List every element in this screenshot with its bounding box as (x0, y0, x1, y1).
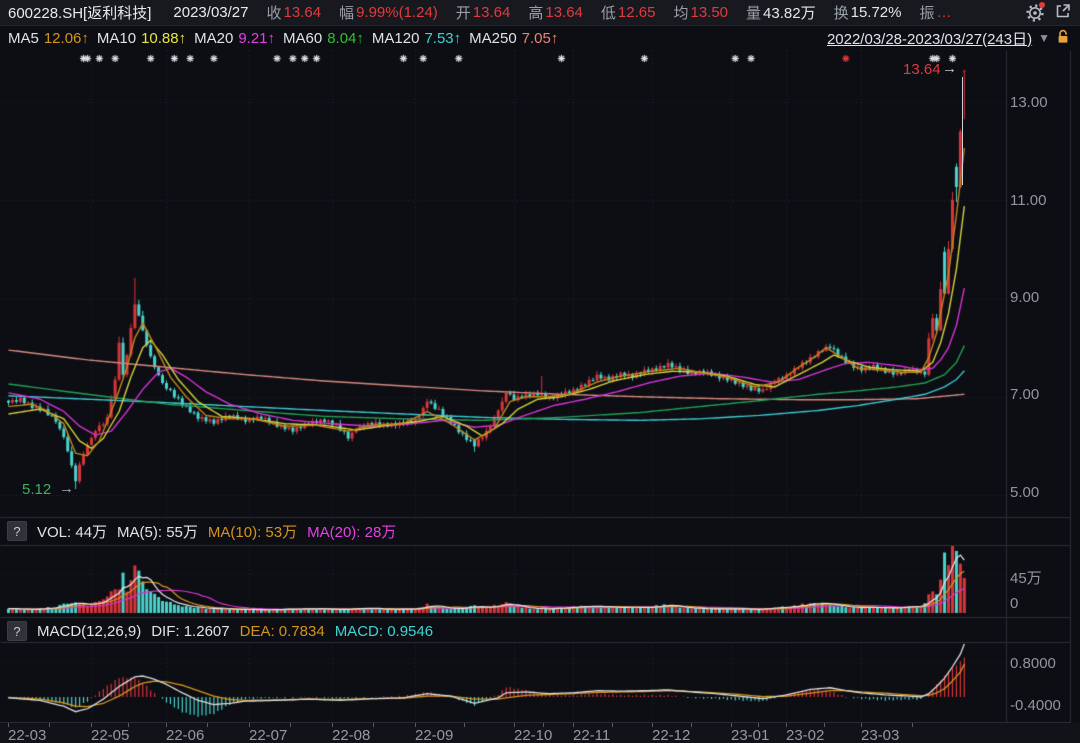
x-axis-tick (573, 723, 574, 727)
last-price-pointer-line (962, 77, 963, 185)
time-axis: 22-03 22-05 22-06 22-07 22-08 22-09 22-10 22-11… (0, 723, 1080, 743)
x-axis-label: 22-11 (573, 727, 611, 743)
volume-legend-row: ? VOL: 44万 MA(5): 55万 MA(10): 53万 MA(20)… (0, 518, 1004, 544)
stock-chart-app: 600228.SH[返利科技] 2023/03/27 收 13.64 幅 9.99%… (0, 0, 1080, 743)
ma120-legend: MA120 7.53↑ (371, 29, 462, 47)
ma5-legend: MA5 12.06↑ (8, 29, 89, 47)
arrow-right-icon: → (59, 480, 74, 497)
header-icons (1026, 1, 1072, 24)
price-tick-5: 5.00 (1010, 484, 1040, 501)
ma250-legend: MA250 7.05↑ (469, 29, 559, 47)
dea-value: DEA: 0.7834 (239, 622, 325, 640)
field-volume: 量 43.82万 (746, 5, 816, 22)
volume-tick-45: 45万 (1010, 570, 1042, 587)
x-axis-label: 22-10 (514, 727, 553, 743)
notification-dot (1039, 1, 1045, 8)
share-icon[interactable] (1054, 2, 1072, 24)
x-axis-tick (128, 723, 129, 727)
x-axis-label: 23-01 (731, 727, 770, 743)
macd-value: MACD: 0.9546 (334, 622, 434, 640)
x-axis-tick (652, 723, 653, 727)
x-axis-tick (861, 723, 862, 727)
x-axis-label: 22-03 (8, 727, 47, 743)
macd-tick-neg: -0.4000 (1010, 697, 1061, 714)
low-annotation: 5.12 (22, 481, 52, 498)
field-high: 高 13.64 (528, 4, 583, 22)
x-axis-tick (464, 723, 465, 727)
x-axis-tick (691, 723, 692, 727)
field-open: 开 13.64 (455, 4, 511, 22)
header-bar: 600228.SH[返利科技] 2023/03/27 收 13.64 幅 9.99%… (0, 0, 1080, 26)
x-axis-tick (166, 723, 167, 727)
help-icon[interactable]: ? (7, 521, 27, 541)
field-close: 收 13.64 (266, 4, 322, 22)
x-axis-tick (8, 723, 9, 727)
field-low: 低 12.65 (600, 4, 656, 22)
field-change: 幅 9.99%(1.24) (339, 4, 438, 22)
gear-icon[interactable] (1026, 1, 1045, 22)
x-axis-tick (731, 723, 732, 727)
price-tick-11: 11.00 (1010, 192, 1047, 209)
x-axis-tick (514, 723, 515, 727)
x-axis-label: 22-08 (332, 727, 371, 743)
field-avg: 均 13.50 (673, 4, 729, 22)
vol-label: VOL: 44万 (37, 523, 108, 541)
price-tick-13: 13.00 (1010, 94, 1048, 111)
x-axis-label: 23-02 (786, 727, 825, 743)
x-axis-tick (415, 723, 416, 727)
price-tick-9: 9.00 (1010, 289, 1040, 306)
ma-legend-row: MA5 12.06↑ MA10 10.88↑ MA20 9.21↑ MA60 8.04↑… (0, 26, 1080, 50)
price-tick-7: 7.00 (1010, 386, 1040, 403)
x-axis-tick (758, 723, 759, 727)
field-turnover: 换 15.72% (833, 4, 902, 22)
vol-ma10: MA(10): 53万 (207, 523, 298, 541)
x-axis-tick (49, 723, 50, 727)
x-axis-label: 22-07 (249, 727, 288, 743)
vol-ma20: MA(20): 28万 (307, 523, 397, 541)
vol-ma5: MA(5): 55万 (117, 523, 198, 541)
arrow-right-icon: → (942, 60, 957, 77)
macd-tick-pos: 0.8000 (1010, 655, 1056, 672)
x-axis-tick (912, 723, 913, 727)
x-axis-tick (373, 723, 374, 727)
x-axis-label: 22-06 (166, 727, 205, 743)
ma60-legend: MA60 8.04↑ (283, 29, 364, 47)
x-axis-tick (824, 723, 825, 727)
x-axis-tick (91, 723, 92, 727)
x-axis-tick (290, 723, 291, 727)
x-axis-tick (612, 723, 613, 727)
ma10-legend: MA10 10.88↑ (96, 29, 187, 47)
x-axis-label: 23-03 (861, 727, 900, 743)
field-amplitude: 振… (919, 4, 952, 22)
ma20-legend: MA20 9.21↑ (194, 29, 276, 47)
quote-date: 2023/03/27 (173, 4, 249, 21)
macd-title: MACD(12,26,9) (37, 622, 142, 640)
volume-tick-0: 0 (1010, 595, 1019, 612)
x-axis-tick (543, 723, 544, 727)
chevron-down-icon[interactable]: ▼ (1038, 31, 1050, 45)
x-axis-label: 22-12 (652, 727, 691, 743)
x-axis-label: 22-05 (91, 727, 130, 743)
help-icon[interactable]: ? (7, 621, 27, 641)
unlock-icon[interactable] (1056, 29, 1070, 48)
symbol-title: 600228.SH[返利科技] (8, 5, 152, 22)
x-axis-tick (332, 723, 333, 727)
date-range-label[interactable]: 2022/03/28-2023/03/27(243日) (827, 28, 1032, 49)
x-axis-tick (786, 723, 787, 727)
x-axis-tick (249, 723, 250, 727)
high-annotation: 13.64 (903, 61, 941, 78)
x-axis-label: 22-09 (415, 727, 454, 743)
macd-legend-row: ? MACD(12,26,9) DIF: 1.2607 DEA: 0.7834 … (0, 618, 1004, 644)
x-axis-tick (207, 723, 208, 727)
date-range-control[interactable]: 2022/03/28-2023/03/27(243日) ▼ (827, 28, 1070, 49)
dif-value: DIF: 1.2607 (151, 622, 230, 640)
